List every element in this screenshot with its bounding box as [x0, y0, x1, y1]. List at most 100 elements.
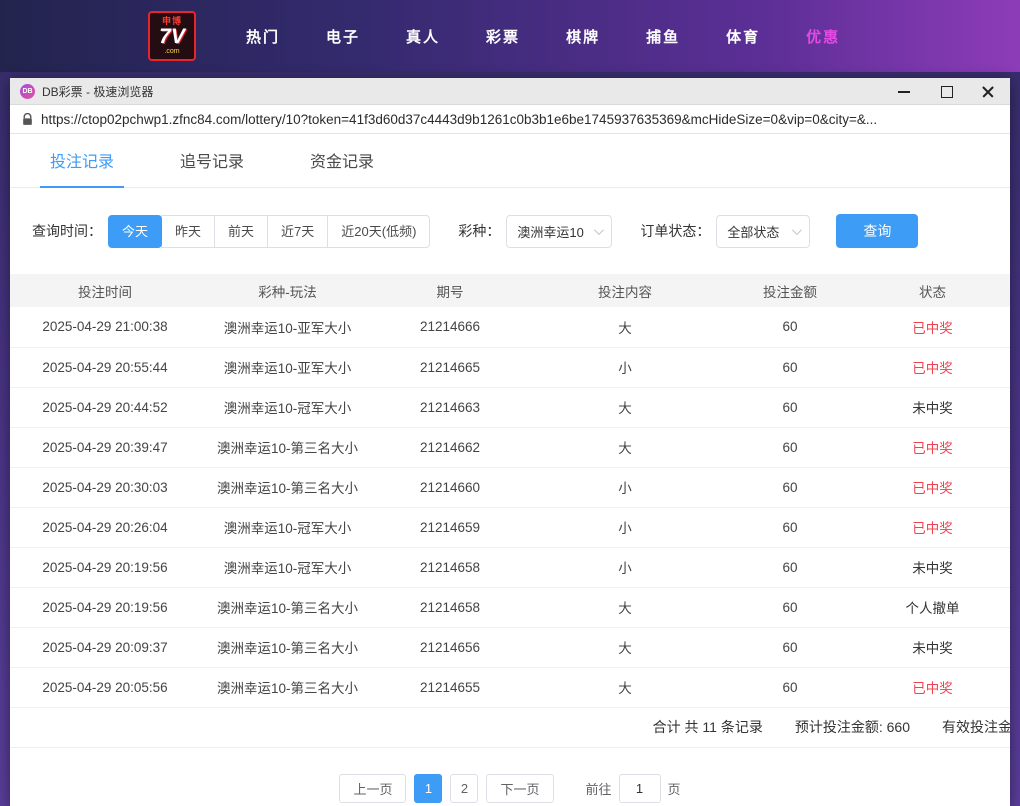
next-page-button[interactable]: 下一页	[486, 774, 553, 803]
bet-content: 大	[525, 427, 725, 467]
bet-time: 2025-04-29 21:00:38	[10, 307, 200, 347]
bet-time: 2025-04-29 20:44:52	[10, 387, 200, 427]
lottery-select-value: 澳洲幸运10	[517, 222, 583, 241]
summary-bar: 合计 共 11 条记录 预计投注金额: 660 有效投注金额	[10, 708, 1010, 748]
bet-content: 大	[525, 627, 725, 667]
time-option-7days[interactable]: 近7天	[267, 215, 328, 248]
bet-content: 小	[525, 547, 725, 587]
status-badge: 未中奖	[855, 547, 1010, 587]
table-row: 2025-04-29 20:26:04 澳洲幸运10-冠军大小 21214659…	[10, 507, 1010, 547]
bet-amount: 60	[725, 467, 855, 507]
header-bet-time: 投注时间	[10, 274, 200, 307]
bet-time: 2025-04-29 20:05:56	[10, 667, 200, 707]
lottery-filter-label: 彩种：	[458, 221, 500, 241]
bet-time: 2025-04-29 20:19:56	[10, 587, 200, 627]
order-status-select[interactable]: 全部状态	[716, 215, 810, 248]
nav-item-live[interactable]: 真人	[398, 20, 448, 53]
issue-number: 21214655	[375, 667, 525, 707]
play-type: 澳洲幸运10-第三名大小	[200, 427, 375, 467]
search-button[interactable]: 查询	[836, 214, 918, 248]
play-type: 澳洲幸运10-冠军大小	[200, 547, 375, 587]
play-type: 澳洲幸运10-冠军大小	[200, 387, 375, 427]
page-button-2[interactable]: 2	[450, 774, 478, 803]
goto-page-input[interactable]	[619, 774, 661, 803]
bet-records-table: 投注时间 彩种-玩法 期号 投注内容 投注金额 状态 2025-04-29 21…	[10, 274, 1010, 708]
nav-item-fishing[interactable]: 捕鱼	[638, 20, 688, 53]
summary-total: 合计 共 11 条记录	[653, 717, 763, 737]
bet-amount: 60	[725, 667, 855, 707]
table-header-row: 投注时间 彩种-玩法 期号 投注内容 投注金额 状态	[10, 274, 1010, 307]
status-badge: 未中奖	[855, 627, 1010, 667]
chevron-down-icon	[792, 225, 802, 235]
bet-content: 小	[525, 347, 725, 387]
bet-time: 2025-04-29 20:30:03	[10, 467, 200, 507]
logo-suffix-text: .com	[164, 48, 179, 56]
time-option-20days[interactable]: 近20天(低频)	[327, 215, 430, 248]
lottery-record-page: 投注记录 追号记录 资金记录 查询时间： 今天 昨天 前天 近7天 近20天(低…	[10, 134, 1010, 806]
bet-amount: 60	[725, 627, 855, 667]
bet-content: 大	[525, 307, 725, 347]
bet-time: 2025-04-29 20:26:04	[10, 507, 200, 547]
bet-content: 大	[525, 587, 725, 627]
url-text[interactable]: https://ctop02pchwp1.zfnc84.com/lottery/…	[41, 112, 998, 127]
time-option-today[interactable]: 今天	[108, 215, 162, 248]
table-row: 2025-04-29 20:19:56 澳洲幸运10-冠军大小 21214658…	[10, 547, 1010, 587]
header-bet-content: 投注内容	[525, 274, 725, 307]
prev-page-button[interactable]: 上一页	[339, 774, 406, 803]
bet-amount: 60	[725, 587, 855, 627]
play-type: 澳洲幸运10-亚军大小	[200, 347, 375, 387]
issue-number: 21214662	[375, 427, 525, 467]
bet-amount: 60	[725, 307, 855, 347]
lock-icon	[22, 113, 33, 126]
close-icon[interactable]	[980, 83, 996, 99]
lottery-select[interactable]: 澳洲幸运10	[506, 215, 612, 248]
bet-amount: 60	[725, 547, 855, 587]
tab-chase-records[interactable]: 追号记录	[170, 148, 254, 187]
status-badge: 已中奖	[855, 507, 1010, 547]
play-type: 澳洲幸运10-第三名大小	[200, 587, 375, 627]
minimize-icon[interactable]	[896, 83, 912, 99]
play-type: 澳洲幸运10-冠军大小	[200, 507, 375, 547]
table-row: 2025-04-29 21:00:38 澳洲幸运10-亚军大小 21214666…	[10, 307, 1010, 347]
status-badge: 个人撤单	[855, 587, 1010, 627]
table-row: 2025-04-29 20:44:52 澳洲幸运10-冠军大小 21214663…	[10, 387, 1010, 427]
header-bet-amount: 投注金额	[725, 274, 855, 307]
tab-fund-records[interactable]: 资金记录	[300, 148, 384, 187]
page-button-1[interactable]: 1	[414, 774, 442, 803]
goto-label: 前往	[586, 779, 612, 798]
table-row: 2025-04-29 20:30:03 澳洲幸运10-第三名大小 2121466…	[10, 467, 1010, 507]
window-titlebar: DB DB彩票 - 极速浏览器	[10, 78, 1010, 105]
time-filter-label: 查询时间：	[32, 221, 102, 241]
status-badge: 已中奖	[855, 427, 1010, 467]
address-bar[interactable]: https://ctop02pchwp1.zfnc84.com/lottery/…	[10, 105, 1010, 134]
browser-window: DB DB彩票 - 极速浏览器 https://ctop02pchwp1.zfn…	[10, 78, 1010, 806]
nav-item-promo[interactable]: 优惠	[798, 20, 848, 53]
nav-item-sports[interactable]: 体育	[718, 20, 768, 53]
pagination: 上一页 1 2 下一页 前往 页	[10, 774, 1010, 803]
time-option-daybefore[interactable]: 前天	[214, 215, 268, 248]
db-favicon-icon: DB	[20, 84, 35, 99]
site-navbar: 申博 7V .com 热门 电子 真人 彩票 棋牌 捕鱼 体育 优惠	[0, 0, 1020, 72]
nav-item-hot[interactable]: 热门	[238, 20, 288, 53]
site-logo[interactable]: 申博 7V .com	[148, 11, 196, 61]
tab-bet-records[interactable]: 投注记录	[40, 148, 124, 188]
table-row: 2025-04-29 20:39:47 澳洲幸运10-第三名大小 2121466…	[10, 427, 1010, 467]
summary-expected-amount: 预计投注金额: 660	[795, 717, 910, 737]
summary-valid-amount: 有效投注金额	[942, 717, 1010, 737]
goto-suffix: 页	[668, 779, 681, 798]
time-option-yesterday[interactable]: 昨天	[161, 215, 215, 248]
window-title: DB彩票 - 极速浏览器	[42, 83, 153, 100]
nav-item-slots[interactable]: 电子	[318, 20, 368, 53]
nav-item-lottery[interactable]: 彩票	[478, 20, 528, 53]
play-type: 澳洲幸运10-第三名大小	[200, 667, 375, 707]
maximize-icon[interactable]	[938, 83, 954, 99]
order-status-label: 订单状态：	[640, 221, 710, 241]
issue-number: 21214663	[375, 387, 525, 427]
header-issue: 期号	[375, 274, 525, 307]
issue-number: 21214665	[375, 347, 525, 387]
logo-main-text: 7V	[159, 26, 185, 48]
chevron-down-icon	[594, 225, 604, 235]
issue-number: 21214658	[375, 587, 525, 627]
issue-number: 21214666	[375, 307, 525, 347]
nav-item-cards[interactable]: 棋牌	[558, 20, 608, 53]
